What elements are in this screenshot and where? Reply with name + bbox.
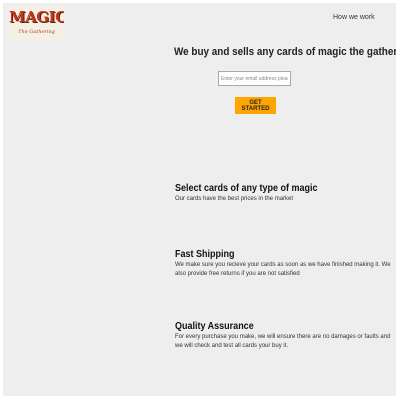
feature-quality-assurance: Quality Assurance For every purchase you… (175, 321, 396, 351)
feature-title: Select cards of any type of magic (175, 183, 318, 194)
landing-page: MAGIC The Gathering How we work We buy a… (3, 3, 396, 396)
feature-description: For every purchase you make, we will ens… (175, 334, 391, 349)
hero-headline: We buy and sells any cards of magic the … (174, 46, 396, 58)
feature-title: Quality Assurance (175, 321, 254, 332)
get-started-button[interactable]: GET STARTED (235, 97, 276, 114)
email-input[interactable] (218, 71, 291, 86)
site-logo[interactable]: MAGIC The Gathering (9, 6, 64, 41)
logo-title: MAGIC (9, 8, 64, 26)
feature-fast-shipping: Fast Shipping We make sure you recieve y… (175, 249, 396, 279)
feature-select-cards: Select cards of any type of magic Our ca… (175, 183, 396, 204)
feature-description: Our cards have the best prices in the ma… (175, 196, 294, 202)
feature-title: Fast Shipping (175, 249, 235, 260)
nav-link-how-we-work[interactable]: How we work (333, 14, 375, 21)
logo-subtitle: The Gathering (18, 29, 55, 35)
feature-description: We make sure you recieve your cards as s… (175, 262, 391, 277)
